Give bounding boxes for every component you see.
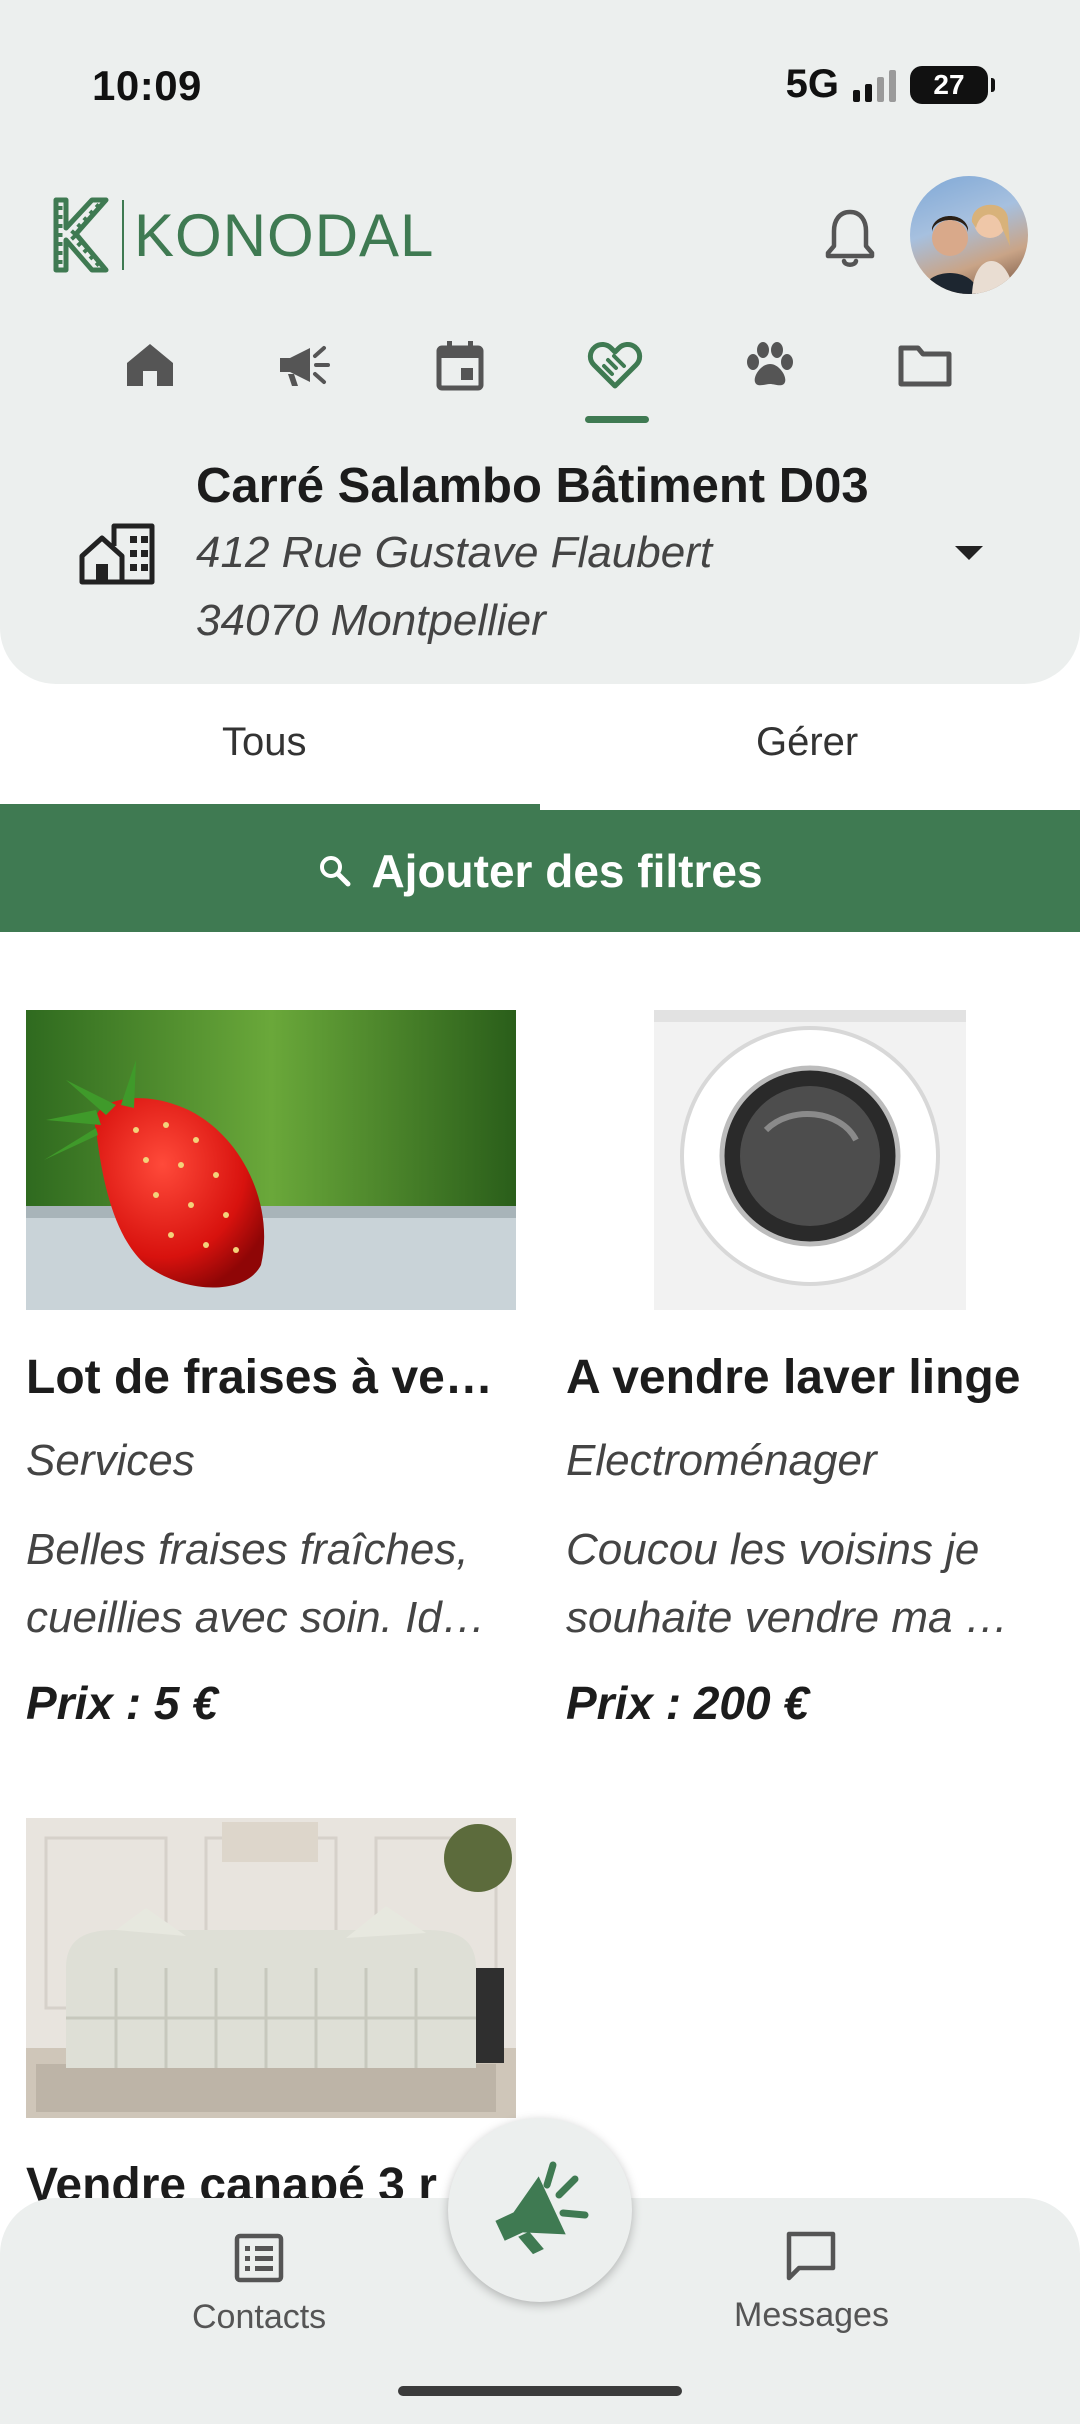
handshake-icon <box>587 342 643 389</box>
listing-price: Prix : 200 € <box>566 1677 809 1729</box>
residence-street: 412 Rue Gustave Flaubert <box>196 528 713 577</box>
new-announcement-button[interactable] <box>448 2118 632 2302</box>
bottom-nav-contacts[interactable]: Contacts <box>192 2230 326 2337</box>
listing-description-line: souhaite vendre ma … <box>566 1593 1009 1642</box>
nav-announcements[interactable] <box>255 320 355 410</box>
konodal-logo-icon <box>53 197 109 273</box>
megaphone-icon <box>280 346 330 386</box>
status-indicators: 5G 27 <box>785 62 995 107</box>
home-icon <box>127 344 173 386</box>
nav-calendar[interactable] <box>410 320 510 410</box>
listing-description: Coucou les voisins je souhaite vendre ma… <box>566 1516 1066 1652</box>
listing-price: Prix : 5 € <box>26 1677 218 1729</box>
residence-city: 34070 Montpellier <box>196 596 546 645</box>
nav-active-indicator <box>585 416 649 423</box>
app-logo[interactable]: KONODAL <box>48 194 434 276</box>
add-filters-button[interactable]: Ajouter des filtres <box>0 810 1080 932</box>
listing-description-line: Coucou les voisins je <box>566 1525 980 1574</box>
residence-name: Carré Salambo Bâtiment D03 <box>196 459 869 513</box>
contacts-list-icon <box>234 2233 284 2283</box>
chat-bubble-icon <box>787 2231 836 2281</box>
listing-description: Belles fraises fraîches, cueillies avec … <box>26 1516 526 1652</box>
nav-documents[interactable] <box>875 320 975 410</box>
residence-selector[interactable]: Carré Salambo Bâtiment D03 412 Rue Gusta… <box>0 440 1080 660</box>
paw-icon <box>747 342 793 386</box>
logo-separator <box>122 200 124 270</box>
messages-label: Messages <box>734 2296 889 2334</box>
listing-image-sofa <box>26 1818 516 2118</box>
listing-image-strawberry <box>26 1010 516 1310</box>
listing-category: Services <box>26 1436 195 1485</box>
app-name: KONODAL <box>134 201 435 269</box>
add-filters-label: Ajouter des filtres <box>371 845 763 897</box>
listing-title: Lot de fraises à ve… <box>26 1351 493 1404</box>
home-indicator[interactable] <box>398 2386 682 2396</box>
bell-icon[interactable] <box>822 206 878 270</box>
listing-image-washing-machine <box>566 1010 1056 1310</box>
megaphone-icon <box>495 2161 589 2255</box>
calendar-icon <box>436 341 484 391</box>
status-time: 10:09 <box>92 62 202 109</box>
contacts-label: Contacts <box>192 2298 327 2336</box>
network-type: 5G <box>785 62 839 106</box>
building-icon <box>79 523 155 585</box>
listing-title: A vendre laver linge <box>566 1351 1021 1404</box>
tab-manage[interactable]: Gérer <box>756 720 858 765</box>
feature-nav <box>100 320 980 430</box>
battery-icon: 27 <box>910 65 995 104</box>
listing-description-line: Belles fraises fraîches, <box>26 1525 469 1574</box>
bottom-nav-messages[interactable]: Messages <box>734 2228 889 2335</box>
dropdown-caret-icon[interactable] <box>955 546 983 560</box>
search-icon <box>320 856 351 887</box>
listing-tabs: Tous Gérer <box>0 684 1080 810</box>
signal-icon <box>853 68 896 102</box>
listing-description-line: cueillies avec soin. Id… <box>26 1593 486 1642</box>
nav-marketplace[interactable] <box>565 320 665 410</box>
nav-home[interactable] <box>100 320 200 410</box>
tab-all[interactable]: Tous <box>222 720 307 765</box>
avatar-photo <box>922 204 1014 294</box>
nav-pets[interactable] <box>720 320 820 410</box>
avatar[interactable] <box>910 176 1028 294</box>
listing-category: Electroménager <box>566 1436 877 1485</box>
folder-icon <box>898 345 952 387</box>
